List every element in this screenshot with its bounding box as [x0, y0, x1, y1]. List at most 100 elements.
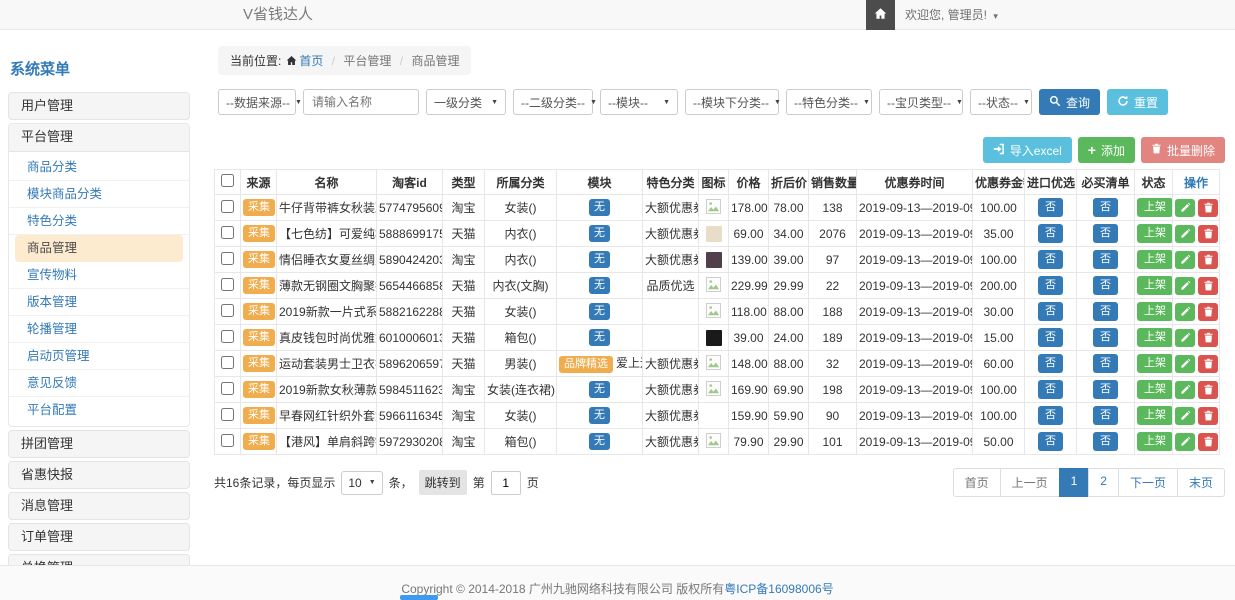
- page-button-1[interactable]: 1: [1059, 468, 1090, 497]
- must-buy-badge[interactable]: 否: [1093, 276, 1118, 295]
- delete-button[interactable]: [1198, 381, 1218, 399]
- sidebar-group-1[interactable]: 平台管理: [9, 124, 189, 152]
- delete-button[interactable]: [1198, 303, 1218, 321]
- page-button-末页[interactable]: 末页: [1177, 468, 1225, 497]
- filter-select-2[interactable]: 一级分类▼: [426, 89, 506, 115]
- sidebar-item[interactable]: 商品管理: [15, 235, 183, 262]
- edit-button[interactable]: [1175, 251, 1195, 269]
- status-badge[interactable]: 上架: [1137, 224, 1173, 243]
- sidebar-item[interactable]: 轮播管理: [9, 316, 189, 343]
- name-filter-input[interactable]: [303, 89, 419, 115]
- home-button[interactable]: [866, 0, 895, 30]
- must-buy-badge[interactable]: 否: [1093, 224, 1118, 243]
- import-select-badge[interactable]: 否: [1038, 406, 1063, 425]
- row-checkbox[interactable]: [221, 408, 234, 421]
- import-select-badge[interactable]: 否: [1038, 198, 1063, 217]
- import-select-badge[interactable]: 否: [1038, 328, 1063, 347]
- sidebar-item[interactable]: 启动页管理: [9, 343, 189, 370]
- page-button-上一页[interactable]: 上一页: [1000, 468, 1060, 497]
- batch-delete-button[interactable]: 批量删除: [1141, 137, 1225, 163]
- page-button-首页[interactable]: 首页: [953, 468, 1001, 497]
- must-buy-badge[interactable]: 否: [1093, 432, 1118, 451]
- must-buy-badge[interactable]: 否: [1093, 354, 1118, 373]
- import-select-badge[interactable]: 否: [1038, 354, 1063, 373]
- edit-button[interactable]: [1175, 199, 1195, 217]
- sidebar-item[interactable]: 模块商品分类: [9, 181, 189, 208]
- import-select-badge[interactable]: 否: [1038, 250, 1063, 269]
- import-select-badge[interactable]: 否: [1038, 224, 1063, 243]
- status-badge[interactable]: 上架: [1137, 354, 1173, 373]
- must-buy-badge[interactable]: 否: [1093, 198, 1118, 217]
- must-buy-badge[interactable]: 否: [1093, 380, 1118, 399]
- import-select-badge[interactable]: 否: [1038, 380, 1063, 399]
- row-checkbox[interactable]: [221, 304, 234, 317]
- sidebar-group-2[interactable]: 拼团管理: [8, 430, 190, 458]
- import-select-badge[interactable]: 否: [1038, 302, 1063, 321]
- status-badge[interactable]: 上架: [1137, 276, 1173, 295]
- delete-button[interactable]: [1198, 407, 1218, 425]
- page-size-select[interactable]: 10 ▼: [341, 471, 382, 495]
- filter-select-0[interactable]: --数据来源--▼: [218, 89, 296, 115]
- sidebar-group-0[interactable]: 用户管理: [8, 92, 190, 120]
- status-badge[interactable]: 上架: [1137, 198, 1173, 217]
- sidebar-group-3[interactable]: 省惠快报: [8, 461, 190, 489]
- row-checkbox[interactable]: [221, 382, 234, 395]
- icp-link[interactable]: 粤ICP备16098006号: [724, 582, 833, 596]
- edit-button[interactable]: [1175, 329, 1195, 347]
- status-badge[interactable]: 上架: [1137, 432, 1173, 451]
- delete-button[interactable]: [1198, 199, 1218, 217]
- query-button[interactable]: 查询: [1039, 89, 1100, 115]
- delete-button[interactable]: [1198, 329, 1218, 347]
- edit-button[interactable]: [1175, 225, 1195, 243]
- status-badge[interactable]: 上架: [1137, 328, 1173, 347]
- sidebar-item[interactable]: 特色分类: [9, 208, 189, 235]
- edit-button[interactable]: [1175, 277, 1195, 295]
- must-buy-badge[interactable]: 否: [1093, 250, 1118, 269]
- delete-button[interactable]: [1198, 355, 1218, 373]
- breadcrumb-home-link[interactable]: 首页: [299, 54, 323, 68]
- row-checkbox[interactable]: [221, 356, 234, 369]
- edit-button[interactable]: [1175, 303, 1195, 321]
- page-button-2[interactable]: 2: [1088, 468, 1119, 497]
- must-buy-badge[interactable]: 否: [1093, 302, 1118, 321]
- add-button[interactable]: + 添加: [1078, 137, 1135, 163]
- filter-select-3[interactable]: --二级分类--▼: [513, 89, 593, 115]
- sidebar-item[interactable]: 宣传物料: [9, 262, 189, 289]
- status-badge[interactable]: 上架: [1137, 380, 1173, 399]
- delete-button[interactable]: [1198, 251, 1218, 269]
- edit-button[interactable]: [1175, 381, 1195, 399]
- jump-page-input[interactable]: [491, 471, 521, 495]
- status-badge[interactable]: 上架: [1137, 302, 1173, 321]
- user-menu[interactable]: 欢迎您, 管理员! ▾: [905, 0, 998, 31]
- filter-select-4[interactable]: --模块--▼: [600, 89, 678, 115]
- delete-button[interactable]: [1198, 277, 1218, 295]
- filter-select-8[interactable]: --状态--▼: [970, 89, 1032, 115]
- import-select-badge[interactable]: 否: [1038, 276, 1063, 295]
- page-button-下一页[interactable]: 下一页: [1118, 468, 1178, 497]
- row-checkbox[interactable]: [221, 200, 234, 213]
- edit-button[interactable]: [1175, 433, 1195, 451]
- sidebar-item[interactable]: 版本管理: [9, 289, 189, 316]
- delete-button[interactable]: [1198, 433, 1218, 451]
- sidebar-group-5[interactable]: 订单管理: [8, 523, 190, 551]
- row-checkbox[interactable]: [221, 330, 234, 343]
- must-buy-badge[interactable]: 否: [1093, 328, 1118, 347]
- sidebar-group-4[interactable]: 消息管理: [8, 492, 190, 520]
- sidebar-group-6[interactable]: 兑换管理: [8, 554, 190, 565]
- status-badge[interactable]: 上架: [1137, 250, 1173, 269]
- sidebar-item[interactable]: 意见反馈: [9, 370, 189, 397]
- filter-select-7[interactable]: --宝贝类型--▼: [879, 89, 963, 115]
- filter-select-6[interactable]: --特色分类--▼: [786, 89, 872, 115]
- select-all-checkbox[interactable]: [221, 174, 234, 187]
- delete-button[interactable]: [1198, 225, 1218, 243]
- row-checkbox[interactable]: [221, 278, 234, 291]
- sidebar-item[interactable]: 平台配置: [9, 397, 189, 424]
- import-excel-button[interactable]: 导入excel: [983, 137, 1072, 163]
- edit-button[interactable]: [1175, 355, 1195, 373]
- filter-select-5[interactable]: --模块下分类--▼: [685, 89, 779, 115]
- row-checkbox[interactable]: [221, 252, 234, 265]
- sidebar-item[interactable]: 商品分类: [9, 154, 189, 181]
- import-select-badge[interactable]: 否: [1038, 432, 1063, 451]
- row-checkbox[interactable]: [221, 434, 234, 447]
- must-buy-badge[interactable]: 否: [1093, 406, 1118, 425]
